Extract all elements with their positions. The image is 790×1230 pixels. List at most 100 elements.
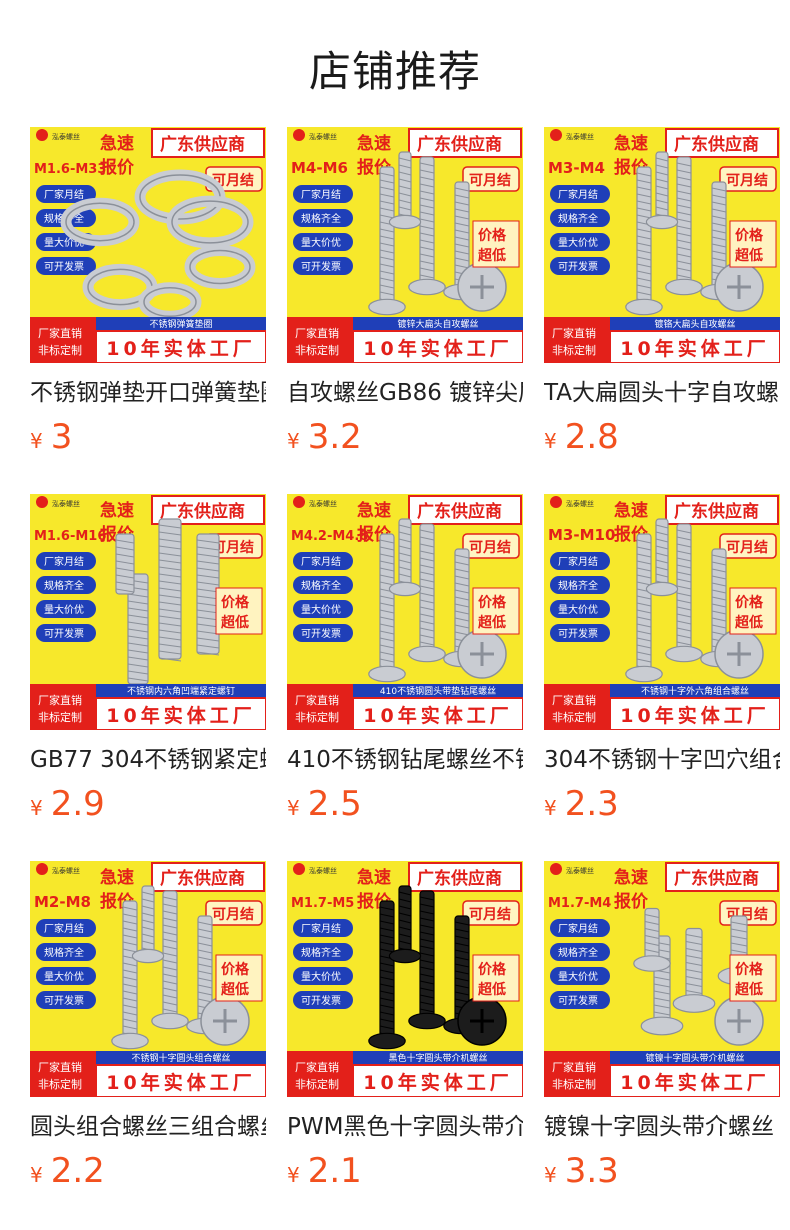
screw-head — [408, 1012, 446, 1030]
product-card[interactable]: 泓泰螺丝 M1.7-M5 急速 报价 广东供应商 可月结 厂家月结 规格齐全 量大价优 可开发票价… — [287, 861, 523, 1191]
currency-symbol: ¥ — [287, 796, 300, 820]
currency-symbol: ¥ — [30, 1163, 43, 1187]
screw-head — [408, 645, 446, 663]
factory-line-1: 厂家直销 — [38, 693, 82, 707]
product-image[interactable]: 泓泰螺丝 M1.7-M5 急速 报价 广东供应商 可月结 厂家月结 规格齐全 量大价优 可开发票价… — [287, 861, 523, 1097]
product-card[interactable]: 泓泰螺丝M1.6-M16急速报价广东供应商可月结厂家月结规格齐全量大价优可开发票… — [30, 494, 266, 824]
product-banner-graphic: 泓泰螺丝M2-M8急速报价广东供应商可月结厂家月结规格齐全量大价优可开发票价格超… — [30, 861, 266, 1097]
supplier-label: 广东供应商 — [674, 134, 759, 155]
monthly-label: 可月结 — [726, 172, 768, 189]
feature-tag-label: 量大价优 — [44, 970, 84, 983]
product-card[interactable]: 泓泰螺丝 M2-M8 急速 报价 广东供应商 可月结 厂家月结 规格齐全 量大价优 可开发票 价格超… — [30, 861, 266, 1191]
product-image[interactable]: 泓泰螺丝 M2-M8 急速 报价 广东供应商 可月结 厂家月结 规格齐全 量大价优 可开发票 价格超… — [30, 861, 266, 1097]
product-title[interactable]: 自攻螺丝GB86 镀锌尖尾 — [287, 377, 523, 409]
product-card[interactable]: 泓泰螺丝 M1.7-M4 急速 报价 广东供应商 可月结 厂家月结 规格齐全 量大价优 可开发票价… — [544, 861, 780, 1191]
feature-tag-label: 厂家月结 — [44, 188, 84, 201]
price-low-line-1: 价格 — [478, 961, 507, 978]
years-label: 10年实体工厂 — [106, 704, 255, 727]
price-value: 3.2 — [307, 417, 362, 457]
price-low-line-1: 价格 — [221, 961, 250, 978]
feature-tag-label: 可开发票 — [44, 260, 84, 273]
price-value: 2.3 — [564, 784, 619, 824]
feature-tag-label: 量大价优 — [44, 603, 84, 616]
brand-name: 泓泰螺丝 — [309, 866, 337, 875]
product-title[interactable]: 410不锈钢钻尾螺丝不锈钢 — [287, 744, 523, 776]
product-title[interactable]: 不锈钢弹垫开口弹簧垫圈 — [30, 377, 266, 409]
product-card[interactable]: 泓泰螺丝 M4-M6 急速 报价 广东供应商 可月结 厂家月结 规格齐全 量大价优 可开发票 价格超… — [287, 127, 523, 457]
brand-name: 泓泰螺丝 — [309, 499, 337, 508]
screw-head — [633, 955, 671, 972]
feature-tag-label: 量大价优 — [301, 603, 341, 616]
urgent-quote-1: 急速 — [100, 133, 134, 154]
screw-head — [111, 1032, 149, 1050]
product-image[interactable]: 泓泰螺丝 M3-M10 急速 报价 广东供应商 可月结 厂家月结 规格齐全 量大价优 可开发票 价格… — [544, 494, 780, 730]
product-title[interactable]: GB77 304不锈钢紧定螺丝 — [30, 744, 266, 776]
product-banner-graphic: 泓泰螺丝M3-M10急速报价广东供应商可月结厂家月结规格齐全量大价优可开发票价格… — [544, 494, 780, 730]
supplier-label: 广东供应商 — [160, 868, 245, 889]
feature-tag-label: 规格齐全 — [44, 579, 84, 592]
product-card[interactable]: 泓泰螺丝 M4.2-M4.8 急速 报价 广东供应商 可月结 厂家月结 规格齐全 量大价优 可开发… — [287, 494, 523, 824]
price-low-line-2: 超低 — [477, 247, 506, 264]
product-image[interactable]: 泓泰螺丝 M3-M4 急速 报价 广东供应商 可月结 厂家月结 规格齐全 量大价优 可开发票 价格超… — [544, 127, 780, 363]
brand-name: 泓泰螺丝 — [52, 499, 80, 508]
product-image[interactable]: 泓泰螺丝 M1.6-M33 急速 报价 广东供应商 可月结 厂家月结 规格齐全 量大价优 可开发票… — [30, 127, 266, 363]
feature-tag-label: 量大价优 — [301, 236, 341, 249]
spec-range: M4-M6 — [291, 159, 348, 177]
product-title[interactable]: 304不锈钢十字凹穴组合螺丝 — [544, 744, 780, 776]
supplier-label: 广东供应商 — [417, 501, 502, 522]
section-header: 店铺推荐 — [0, 0, 790, 128]
product-card[interactable]: 泓泰螺丝 M3-M4 急速 报价 广东供应商 可月结 厂家月结 规格齐全 量大价优 可开发票 价格超… — [544, 127, 780, 457]
price-low-line-2: 超低 — [220, 981, 249, 998]
product-image[interactable]: 泓泰螺丝M1.6-M16急速报价广东供应商可月结厂家月结规格齐全量大价优可开发票… — [30, 494, 266, 730]
factory-line-1: 厂家直销 — [552, 693, 596, 707]
product-card[interactable]: 泓泰螺丝 M1.6-M33 急速 报价 广东供应商 可月结 厂家月结 规格齐全 量大价优 可开发票… — [30, 127, 266, 457]
currency-symbol: ¥ — [30, 796, 43, 820]
feature-tag-label: 可开发票 — [301, 627, 341, 640]
product-title[interactable]: 圆头组合螺丝三组合螺丝 — [30, 1111, 266, 1143]
screw-head — [368, 298, 406, 316]
price-low-line-2: 超低 — [734, 981, 763, 998]
spec-range: M1.6-M33 — [34, 162, 106, 177]
product-card[interactable]: 泓泰螺丝 M3-M10 急速 报价 广东供应商 可月结 厂家月结 规格齐全 量大价优 可开发票 价格… — [544, 494, 780, 824]
product-image[interactable]: 泓泰螺丝 M4.2-M4.8 急速 报价 广东供应商 可月结 厂家月结 规格齐全 量大价优 可开发… — [287, 494, 523, 730]
brand-name: 泓泰螺丝 — [52, 866, 80, 875]
product-title[interactable]: PWM黑色十字圆头带介螺丝 — [287, 1111, 523, 1143]
product-strip-label: 不锈钢内六角凹端紧定螺钉 — [127, 685, 235, 697]
spec-range: M1.6-M16 — [34, 529, 106, 544]
product-title[interactable]: 镀镍十字圆头带介螺丝 — [544, 1111, 780, 1143]
currency-symbol: ¥ — [287, 1163, 300, 1187]
product-banner-graphic: 泓泰螺丝M1.6-M33急速报价广东供应商可月结厂家月结规格齐全量大价优可开发票… — [30, 127, 266, 363]
product-strip-label: 不锈钢弹簧垫圈 — [149, 318, 212, 330]
factory-line-2: 非标定制 — [552, 343, 596, 357]
factory-line-2: 非标定制 — [38, 343, 82, 357]
urgent-quote-1: 急速 — [614, 133, 648, 154]
brand-logo-icon — [36, 863, 48, 875]
brand-logo-icon — [293, 496, 305, 508]
years-label: 10年实体工厂 — [363, 337, 512, 360]
urgent-quote-1: 急速 — [357, 867, 391, 888]
product-title[interactable]: TA大扁圆头十字自攻螺丝 — [544, 377, 780, 409]
brand-name: 泓泰螺丝 — [566, 132, 594, 141]
supplier-label: 广东供应商 — [160, 134, 245, 155]
feature-tag-label: 可开发票 — [558, 994, 598, 1007]
screw-head — [388, 214, 422, 230]
price-value: 2.9 — [50, 784, 105, 824]
factory-line-1: 厂家直销 — [295, 1060, 339, 1074]
years-label: 10年实体工厂 — [620, 337, 769, 360]
product-image[interactable]: 泓泰螺丝 M4-M6 急速 报价 广东供应商 可月结 厂家月结 规格齐全 量大价优 可开发票 价格超… — [287, 127, 523, 363]
urgent-quote-1: 急速 — [100, 500, 134, 521]
product-banner-graphic: 泓泰螺丝M1.7-M4急速报价广东供应商可月结厂家月结规格齐全量大价优可开发票价… — [544, 861, 780, 1097]
brand-name: 泓泰螺丝 — [566, 866, 594, 875]
years-label: 10年实体工厂 — [106, 337, 255, 360]
factory-line-1: 厂家直销 — [38, 1060, 82, 1074]
screw-head — [645, 214, 679, 230]
feature-tag-label: 厂家月结 — [44, 922, 84, 935]
brand-logo-icon — [550, 496, 562, 508]
product-price: ¥2.2 — [30, 1151, 105, 1191]
product-image[interactable]: 泓泰螺丝 M1.7-M4 急速 报价 广东供应商 可月结 厂家月结 规格齐全 量大价优 可开发票价… — [544, 861, 780, 1097]
currency-symbol: ¥ — [287, 429, 300, 453]
feature-tag-label: 厂家月结 — [558, 555, 598, 568]
screw-head — [625, 665, 663, 683]
price-low-line-1: 价格 — [735, 227, 764, 244]
screw-head — [388, 581, 422, 597]
